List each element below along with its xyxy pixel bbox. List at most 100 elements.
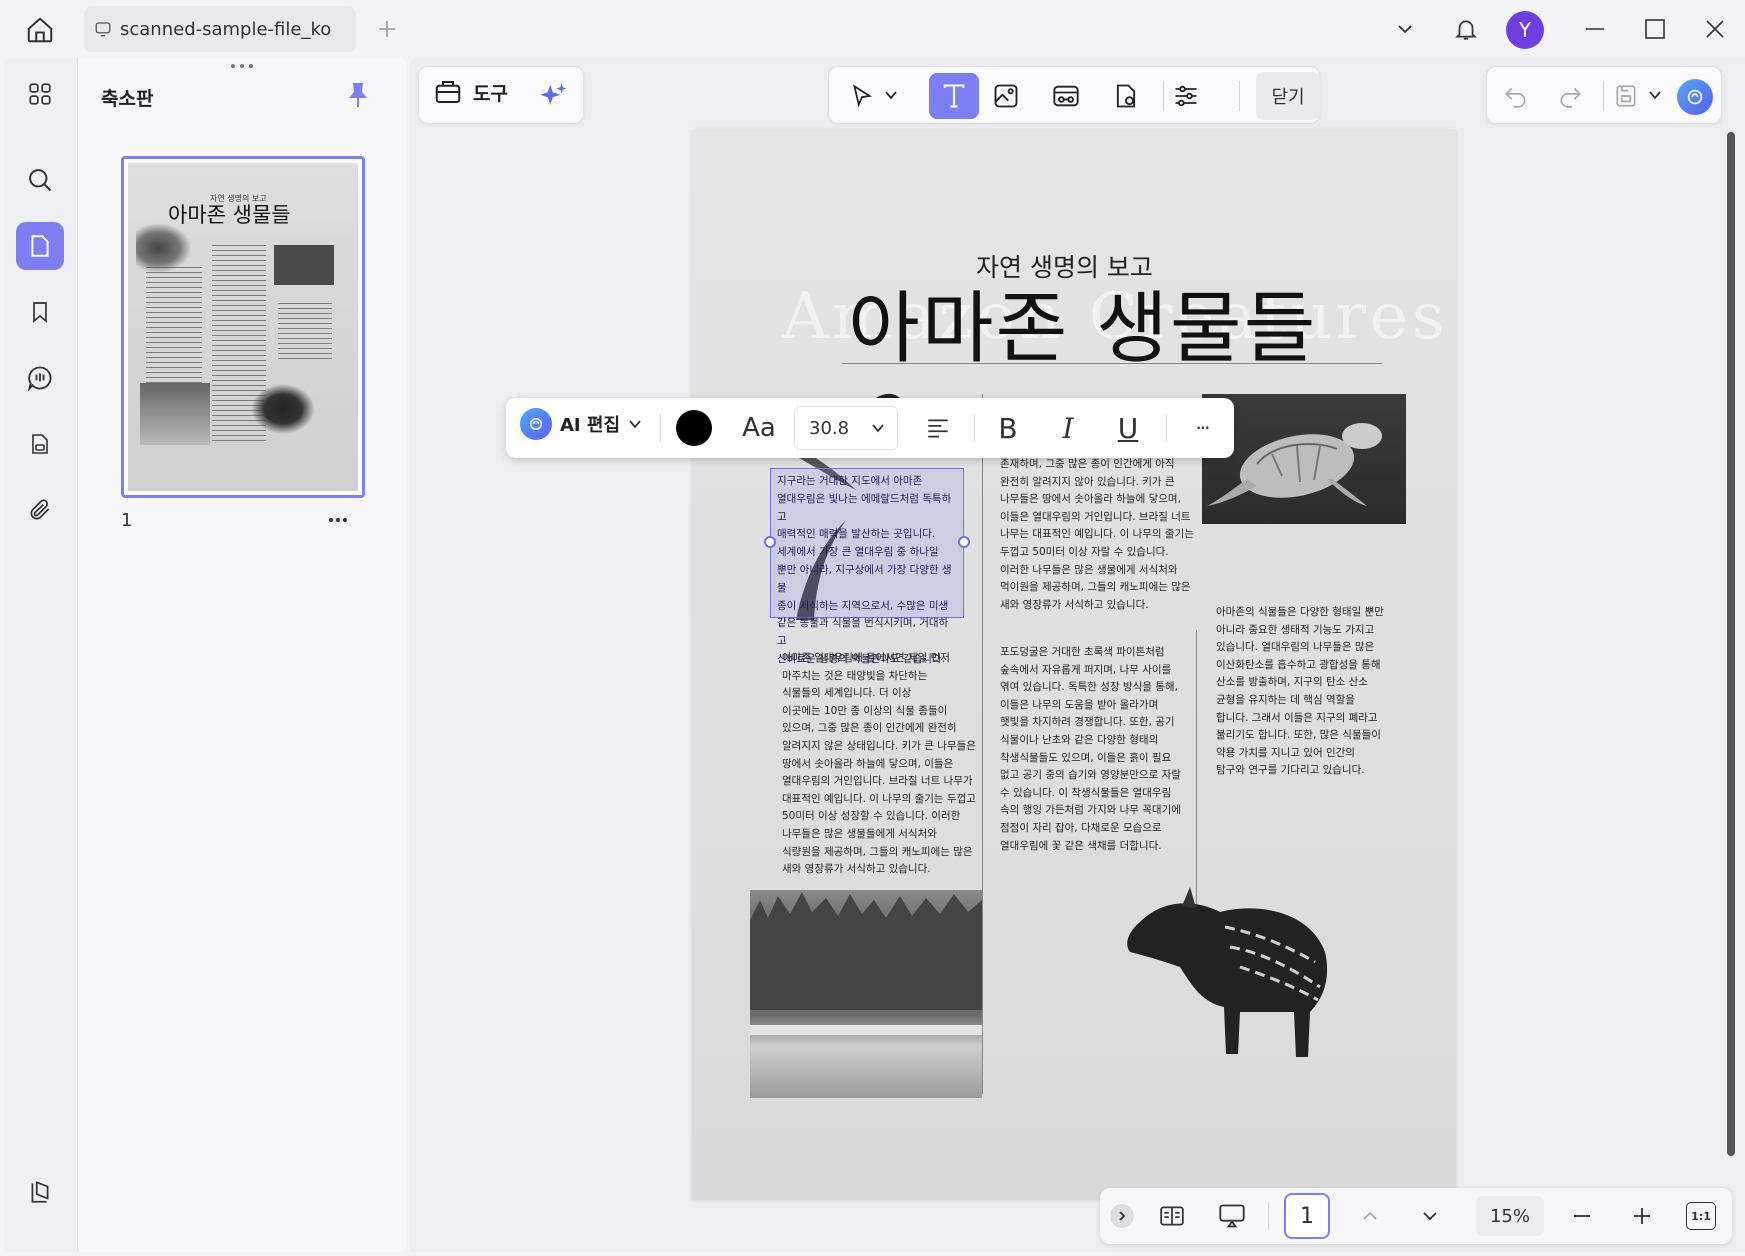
column3-paragraph[interactable]: 아마존의 식물들은 다양한 형태일 뿐만 아니라 중요한 생태적 기능도 가지고…	[1216, 604, 1412, 780]
selected-text-box[interactable]: 지구라는 거대한 지도에서 아마존 열대우림은 빛나는 에메랄드처럼 독특하고 …	[770, 468, 964, 665]
more-options-icon[interactable]	[323, 508, 353, 532]
attachment-icon[interactable]	[16, 486, 64, 534]
select-dropdown-icon[interactable]	[881, 85, 901, 105]
next-page-icon[interactable]	[1414, 1200, 1446, 1232]
thumbnail-turtle-image	[274, 245, 334, 285]
toolbar-divider	[1603, 81, 1604, 111]
pin-icon[interactable]	[343, 78, 373, 112]
toolbar-divider	[1239, 81, 1240, 111]
apps-grid-icon[interactable]	[16, 70, 64, 118]
save-dropdown-icon[interactable]	[1645, 85, 1665, 105]
document-page[interactable]: Amazon Creatures 자연 생명의 보고 아마존 생물들 지구라는 …	[692, 130, 1456, 1200]
thumbnail-tapir-image	[250, 383, 316, 435]
image-edit-icon[interactable]	[989, 79, 1023, 113]
tools-label: 도구	[473, 82, 508, 105]
zoom-level[interactable]: 15%	[1476, 1196, 1544, 1236]
italic-button[interactable]: I	[1048, 408, 1088, 448]
ai-edit-label: AI 편집	[560, 415, 621, 436]
toolbox-icon	[433, 77, 463, 107]
title-bar: scanned-sample-file_ko Y	[0, 0, 1745, 58]
column2-bottom-paragraph[interactable]: 포도덩굴은 거대한 초록색 파이톤처럼 숲속에서 자유롭게 퍼지며, 나무 사이…	[1000, 644, 1196, 855]
bookmark-icon[interactable]	[16, 288, 64, 336]
actual-size-label: 1:1	[1691, 1209, 1711, 1223]
search-icon[interactable]	[16, 156, 64, 204]
actual-size-button[interactable]: 1:1	[1686, 1202, 1716, 1230]
toolbar-divider	[1268, 1202, 1269, 1230]
ai-edit-button[interactable]: AI 편집	[520, 408, 642, 440]
font-button[interactable]: Aa	[736, 408, 782, 448]
edit-tools-group	[828, 66, 1320, 124]
previous-page-icon[interactable]	[1354, 1200, 1386, 1232]
more-button[interactable]: ···	[1182, 408, 1222, 448]
thumbnails-page-icon[interactable]	[16, 222, 64, 270]
bottom-bar: 1 15% 1:1	[1100, 1188, 1732, 1244]
zoom-in-icon[interactable]	[1626, 1200, 1658, 1232]
home-icon[interactable]	[20, 10, 60, 50]
thumbnail-page-number: 1	[121, 510, 133, 531]
select-cursor-icon[interactable]	[845, 79, 879, 113]
resize-handle-left[interactable]	[764, 536, 776, 548]
document-tab[interactable]: scanned-sample-file_ko	[84, 6, 356, 52]
align-left-icon[interactable]	[920, 410, 956, 446]
presentation-icon[interactable]	[1214, 1198, 1250, 1234]
font-size-value: 30.8	[809, 417, 850, 439]
text-format-toolbar: AI 편집 Aa 30.8 B I U ···	[506, 398, 1234, 458]
toolbar-divider	[1166, 414, 1167, 442]
zoom-out-icon[interactable]	[1566, 1200, 1598, 1232]
comment-icon[interactable]	[16, 354, 64, 402]
ai-edit-icon	[520, 408, 552, 440]
thumbnail-text-col3	[278, 303, 332, 363]
ai-assistant-icon[interactable]	[1677, 79, 1713, 115]
chevron-down-icon[interactable]	[1390, 14, 1420, 44]
ai-sparkle-icon[interactable]	[537, 79, 571, 113]
minimize-icon[interactable]	[1580, 14, 1610, 44]
page-number-input[interactable]: 1	[1284, 1193, 1330, 1239]
new-tab-icon[interactable]	[372, 14, 402, 44]
column-divider	[982, 394, 983, 1094]
save-icon[interactable]	[1609, 79, 1643, 113]
page-thumbnail[interactable]: 자연 생명의 보고 아마존 생물들	[121, 156, 365, 498]
close-edit-button[interactable]: 닫기	[1256, 72, 1320, 120]
column2-top-paragraph[interactable]: 존재하며, 그중 많은 종이 인간에게 아직 완전히 알려지지 않아 있습니다.…	[1000, 456, 1196, 614]
title-rule	[842, 363, 1382, 364]
settings-sliders-icon[interactable]	[1169, 79, 1203, 113]
undo-icon[interactable]	[1499, 79, 1533, 113]
link-edit-icon[interactable]	[1049, 79, 1083, 113]
page-form-icon[interactable]	[16, 420, 64, 468]
underline-button[interactable]: U	[1108, 408, 1148, 448]
resize-handle-right[interactable]	[958, 536, 970, 548]
thumbnail-bird-image	[136, 223, 192, 273]
column1-paragraph[interactable]: 아마존 열대우림에 들어서면 제일 먼저 마주치는 것은 태양빛을 차단하는 식…	[782, 650, 978, 879]
layers-icon[interactable]	[16, 1168, 64, 1216]
maximize-icon[interactable]	[1640, 14, 1670, 44]
bell-icon[interactable]	[1448, 10, 1484, 48]
toolbar-divider	[660, 414, 661, 442]
avatar[interactable]: Y	[1506, 11, 1544, 49]
document-title[interactable]: 아마존 생물들	[848, 266, 1317, 378]
redo-icon[interactable]	[1553, 79, 1587, 113]
drag-handle-icon[interactable]	[227, 60, 257, 72]
page-layout-icon[interactable]	[1154, 1198, 1190, 1234]
vertical-scrollbar[interactable]	[1727, 132, 1735, 1156]
text-color-swatch[interactable]	[674, 408, 714, 448]
close-icon[interactable]	[1700, 14, 1730, 44]
panel-title: 축소판	[101, 88, 154, 110]
toolbar-divider	[974, 414, 975, 442]
thumbnail-panel: 축소판 자연 생명의 보고 아마존 생물들 1	[79, 58, 407, 1252]
selected-paragraph[interactable]: 지구라는 거대한 지도에서 아마존 열대우림은 빛나는 에메랄드처럼 독특하고 …	[777, 473, 957, 669]
bold-button[interactable]: B	[988, 408, 1028, 448]
text-edit-icon[interactable]	[929, 73, 979, 119]
tools-button[interactable]: 도구	[433, 77, 508, 107]
collapse-arrow-icon[interactable]	[1110, 1204, 1134, 1228]
tapir-image	[1120, 872, 1356, 1062]
font-size-select[interactable]: 30.8	[794, 406, 898, 450]
history-group	[1486, 66, 1722, 124]
form-field-icon[interactable]	[1109, 79, 1143, 113]
tab-title: scanned-sample-file_ko	[120, 18, 332, 40]
cloud-file-icon	[94, 20, 112, 38]
chevron-down-icon	[628, 417, 642, 431]
toolbar-divider	[1163, 81, 1164, 111]
tools-group: 도구	[418, 66, 584, 124]
thumbnail-preview: 자연 생명의 보고 아마존 생물들	[128, 163, 358, 491]
thumbnail-forest-image	[140, 383, 210, 445]
